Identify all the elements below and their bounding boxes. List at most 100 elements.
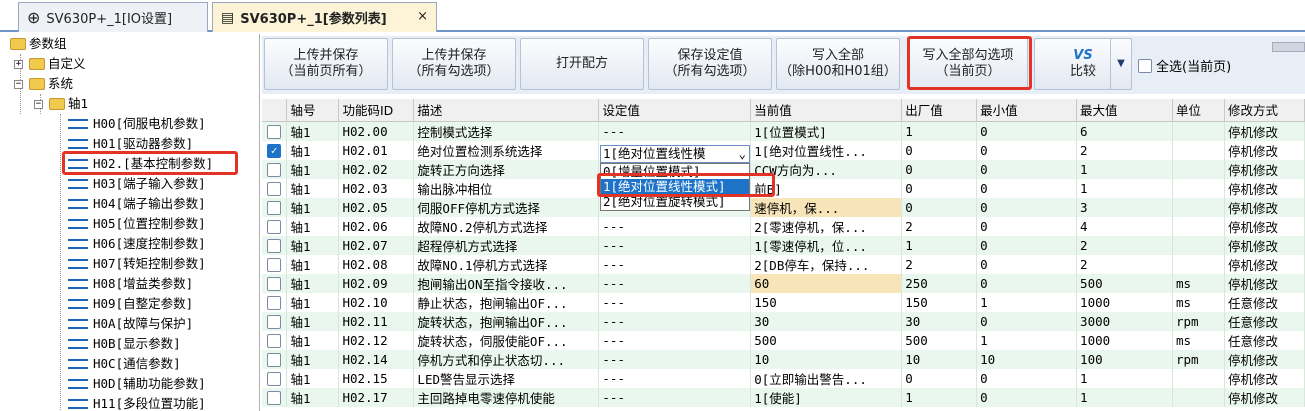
table-row[interactable]: 轴1 H02.07 超程停机方式选择 --- 1[零速停机，位... 1 0 2 停机修改 (262, 235, 1305, 255)
table-cell[interactable]: --- (598, 254, 752, 274)
tree-group-item[interactable]: H11[多段位置功能] (68, 394, 206, 411)
upload-save-page-button[interactable]: 上传并保存 （当前页所有） (264, 38, 388, 90)
close-tab-icon[interactable]: × (417, 9, 428, 24)
column-header[interactable]: 修改方式 (1224, 99, 1305, 122)
column-header[interactable]: 单位 (1172, 99, 1225, 122)
setting-value-dropdown[interactable]: 1[绝对位置线性模 ⌄ (600, 145, 750, 163)
table-cell: 1 (901, 121, 978, 141)
tree-group-item[interactable]: H0A[故障与保护] (68, 314, 193, 334)
checkbox-icon[interactable] (267, 181, 282, 196)
tree-root[interactable]: 参数组 (10, 34, 67, 54)
tree-group-item[interactable]: H07[转矩控制参数] (68, 254, 206, 274)
tree-group-item[interactable]: H0D[辅助功能参数] (68, 374, 206, 394)
table-row[interactable]: 轴1 H02.03 输出脉冲相位 前B] 0 0 1 停机修改 (262, 178, 1305, 198)
select-all-checkbox[interactable]: 全选(当前页) (1138, 56, 1231, 75)
table-row[interactable]: 轴1 H02.10 静止状态，抱闸输出OF... --- 150 150 1 1000 ms 任意… (262, 292, 1305, 312)
scroll-handle[interactable] (1272, 42, 1305, 52)
checkbox-icon[interactable] (267, 295, 282, 310)
table-row[interactable]: 轴1 H02.11 旋转状态，抱闸输出OF... --- 30 30 0 3000 rpm 任意修… (262, 311, 1305, 331)
tree-group-item[interactable]: H0B[显示参数] (68, 334, 181, 354)
table-row[interactable]: 轴1 H02.09 抱闸输出ON至指令接收... --- 60 250 0 500 ms 停机修改 (262, 273, 1305, 293)
table-cell: 轴1 (286, 330, 340, 350)
table-cell: 停机修改 (1224, 159, 1305, 179)
column-header[interactable]: 最小值 (976, 99, 1078, 122)
checkbox-icon[interactable] (267, 390, 282, 405)
checkbox-icon[interactable] (267, 219, 282, 234)
table-row[interactable]: 轴1 H02.06 故障NO.2停机方式选择 --- 2[零速停机，保... 2 0 4 停机修… (262, 216, 1305, 236)
checkbox-icon[interactable] (267, 162, 282, 177)
column-header[interactable]: 轴号 (286, 99, 340, 122)
table-row[interactable]: 轴1 H02.05 伺服OFF停机方式选择 速停机，保... 0 0 3 停机修改 (262, 197, 1305, 217)
open-recipe-button[interactable]: 打开配方 (520, 38, 644, 90)
checkbox-icon[interactable] (267, 314, 282, 329)
tree-group-item[interactable]: H06[速度控制参数] (68, 234, 206, 254)
tree-group-item[interactable]: H03[端子输入参数] (68, 174, 206, 194)
table-cell[interactable]: --- (598, 121, 752, 141)
checkbox-icon[interactable] (267, 257, 282, 272)
table-row[interactable]: ✓ 轴1 H02.01 绝对位置检测系统选择 1[绝对位置线性... 0 0 2 停机修改 (262, 140, 1305, 160)
tree-group-item[interactable]: H08[增益类参数] (68, 274, 193, 294)
checkbox-icon[interactable] (267, 333, 282, 348)
table-cell: H02.03 (338, 178, 415, 198)
checkbox-checked-icon[interactable]: ✓ (267, 143, 282, 158)
table-cell[interactable]: --- (598, 273, 752, 293)
table-row[interactable]: 轴1 H02.12 旋转状态，伺服使能OF... --- 500 500 1 1000 ms 任意… (262, 330, 1305, 350)
button-label: 上传并保存 (293, 48, 359, 63)
tree-group-item[interactable]: H04[端子输出参数] (68, 194, 206, 214)
checkbox-icon[interactable] (267, 276, 282, 291)
table-cell[interactable]: --- (598, 216, 752, 236)
table-row[interactable]: 轴1 H02.15 LED警告显示选择 --- 0[立即输出警告... 0 0 1 停机修改 (262, 368, 1305, 388)
column-header[interactable]: 设定值 (598, 99, 752, 122)
tree-group-item[interactable]: H09[自整定参数] (68, 294, 193, 314)
table-cell[interactable]: --- (598, 349, 752, 369)
table-header: 轴号 功能码ID 描述 设定值 当前值 出厂值 最小值 最大值 单位 修改方式 (262, 99, 1305, 122)
column-header[interactable]: 功能码ID (338, 99, 415, 122)
tab-io-settings[interactable]: ⊕ SV630P+_1[IO设置] (18, 2, 208, 32)
tree-system[interactable]: − 系统 (14, 74, 73, 94)
upload-save-checked-button[interactable]: 上传并保存 （所有勾选项） (392, 38, 516, 90)
table-row[interactable]: 轴1 H02.02 旋转正方向选择 CCW方向为... 0 0 1 停机修改 (262, 159, 1305, 179)
column-header[interactable]: 当前值 (750, 99, 903, 122)
table-cell: 4 (1076, 216, 1173, 236)
tree-group-item[interactable]: H0C[通信参数] (68, 354, 181, 374)
tree-group-item[interactable]: H00[伺服电机参数] (68, 114, 206, 134)
table-cell[interactable]: --- (598, 330, 752, 350)
checkbox-icon[interactable] (267, 200, 282, 215)
collapse-icon[interactable]: − (14, 79, 23, 89)
table-cell: 任意修改 (1224, 292, 1305, 312)
column-header[interactable]: 最大值 (1076, 99, 1173, 122)
collapse-icon[interactable]: − (34, 99, 43, 109)
table-cell[interactable]: --- (598, 311, 752, 331)
tree-group-item[interactable]: H05[位置控制参数] (68, 214, 206, 234)
table-row[interactable]: 轴1 H02.00 控制模式选择 --- 1[位置模式] 1 0 6 停机修改 (262, 121, 1305, 141)
expand-icon[interactable]: + (14, 59, 23, 69)
tab-param-list[interactable]: ▤ SV630P+_1[参数列表] × (212, 2, 437, 32)
table-cell: 轴1 (286, 349, 340, 369)
tree-root-label: 参数组 (29, 36, 67, 51)
checkbox-icon[interactable] (267, 371, 282, 386)
chevron-down-icon[interactable]: ⌄ (738, 146, 746, 162)
write-all-button[interactable]: 写入全部 （除H00和H01组） (776, 38, 900, 90)
table-row[interactable]: 轴1 H02.08 故障NO.1停机方式选择 --- 2[DB停车，保持... 2 0 2 停机… (262, 254, 1305, 274)
param-group-icon (68, 359, 88, 369)
table-cell[interactable]: --- (598, 368, 752, 388)
checkbox-icon[interactable] (267, 124, 282, 139)
column-header[interactable]: 出厂值 (901, 99, 978, 122)
column-header[interactable]: 描述 (413, 99, 600, 122)
table-cell (1172, 159, 1225, 179)
table-cell[interactable]: --- (598, 292, 752, 312)
tree-axis[interactable]: − 轴1 (34, 94, 88, 114)
save-settings-button[interactable]: 保存设定值 （所有勾选项） (648, 38, 772, 90)
table-cell: 0 (976, 197, 1078, 217)
checkbox-icon[interactable] (267, 238, 282, 253)
table-row[interactable]: 轴1 H02.14 停机方式和停止状态切... --- 10 10 10 100 rpm 停机修改 (262, 349, 1305, 369)
table-cell: 3000 (1076, 311, 1173, 331)
compare-dropdown-button[interactable]: ▼ (1110, 38, 1132, 90)
checkbox-icon[interactable] (267, 352, 282, 367)
table-cell[interactable]: --- (598, 387, 752, 407)
table-cell[interactable]: --- (598, 235, 752, 255)
checkbox-icon[interactable] (1138, 58, 1152, 73)
tree-custom[interactable]: + 自定义 (14, 54, 86, 74)
table-row[interactable]: 轴1 H02.17 主回路掉电零速停机使能 --- 1[使能] 1 0 1 停机修改 (262, 387, 1305, 407)
table-cell: 轴1 (286, 254, 340, 274)
